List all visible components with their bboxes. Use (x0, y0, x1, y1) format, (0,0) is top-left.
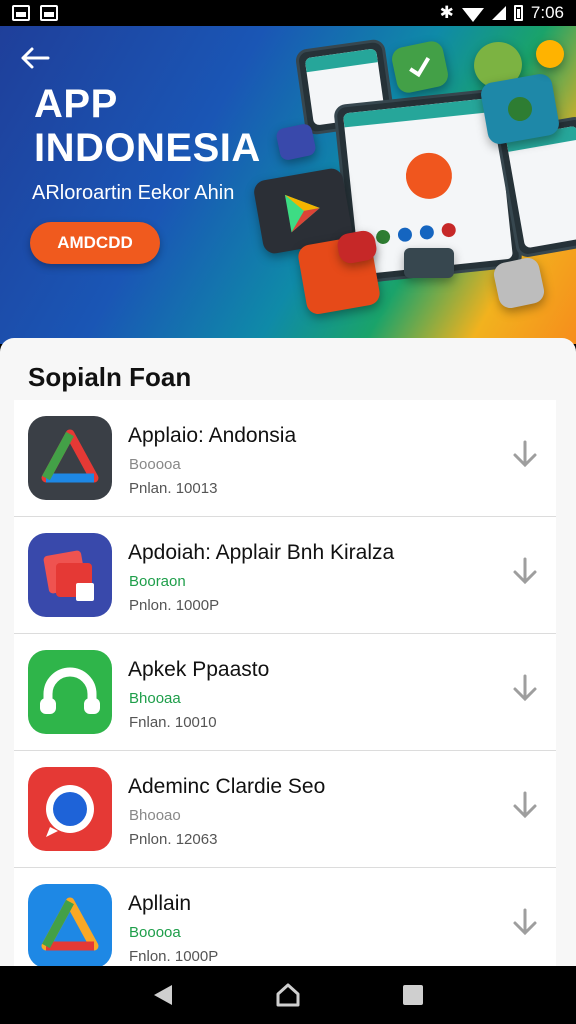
download-arrow-icon (513, 791, 537, 819)
app-name: Apllain (128, 892, 192, 915)
battery-icon (513, 5, 523, 21)
status-time: 7:06 (530, 3, 564, 22)
back-arrow-icon (21, 47, 50, 69)
bluetooth-icon: ✱ (439, 3, 454, 22)
list-item[interactable]: Apdoiah: Applair Bnh Kiralza Booraon Pnl… (14, 517, 556, 634)
status-bar: ✱ 7:06 (0, 0, 576, 26)
nav-home-icon (276, 983, 300, 1007)
download-arrow-icon (513, 440, 537, 468)
triangle-logo-icon (41, 429, 99, 483)
play-store-icon (284, 194, 320, 233)
grey-tile-illustration (491, 255, 547, 311)
books-logo-icon (43, 550, 94, 601)
wifi-icon (461, 8, 484, 22)
back-button[interactable] (18, 44, 52, 72)
emoji-tile-illustration (536, 40, 564, 68)
system-nav-bar (0, 966, 576, 1024)
list-item[interactable]: Applaio: Andonsia Booooa Pnlan. 10013 (14, 400, 556, 517)
signal-icon (491, 6, 506, 20)
app-name: Apdoiah: Applair Bnh Kiralza (128, 541, 395, 564)
chat-bubble-logo-icon (46, 785, 94, 837)
hero-cta-button[interactable]: AMDCDD (30, 222, 160, 264)
list-item[interactable]: Apllain Booooa Fnlon. 1000P (14, 868, 556, 966)
check-icon (409, 57, 431, 78)
app-meta: Pnlon. 12063 (129, 831, 218, 848)
app-icon (28, 650, 112, 734)
nav-recents-button[interactable] (393, 975, 433, 1015)
hero-subtitle: ARloroartin Eekor Ahin (32, 182, 235, 204)
app-name: Apkek Ppaasto (128, 658, 270, 681)
download-arrow-icon (513, 908, 537, 936)
puzzle-icon (508, 97, 532, 121)
tablet-stand-illustration (404, 248, 454, 278)
app-subtitle: Booraon (129, 573, 186, 590)
list-item[interactable]: Apkek Ppaasto Bhooaa Fnlan. 10010 (14, 634, 556, 751)
download-button[interactable] (510, 906, 540, 938)
triangle-logo-icon (41, 897, 99, 951)
app-icon (28, 884, 112, 966)
app-subtitle: Bhooao (129, 807, 181, 824)
blue-tile-illustration (275, 122, 317, 162)
download-button[interactable] (510, 555, 540, 587)
list-item[interactable]: Ademinc Clardie Seo Bhooao Pnlon. 12063 (14, 751, 556, 868)
download-arrow-icon (513, 674, 537, 702)
app-subtitle: Booooa (129, 456, 181, 473)
nav-back-button[interactable] (143, 975, 183, 1015)
nav-back-icon (153, 985, 172, 1005)
app-meta: Pnlan. 10013 (129, 480, 218, 497)
headphones-logo-icon (40, 667, 100, 714)
section-title: Sopialn Foan (28, 362, 192, 392)
gallery-notification-icon (40, 5, 58, 21)
app-name: Ademinc Clardie Seo (128, 775, 326, 798)
nav-home-button[interactable] (268, 975, 308, 1015)
nav-recents-icon (403, 985, 424, 1005)
download-arrow-icon (513, 557, 537, 585)
app-subtitle: Booooa (129, 924, 181, 941)
download-button[interactable] (510, 789, 540, 821)
image-notification-icon (12, 5, 30, 21)
app-meta: Pnlon. 1000P (129, 597, 220, 614)
check-tile-illustration (389, 39, 451, 95)
app-icon (28, 533, 112, 617)
app-subtitle: Bhooaa (129, 690, 181, 707)
download-button[interactable] (510, 438, 540, 470)
puzzle-tile-illustration (479, 72, 561, 146)
app-icon (28, 416, 112, 500)
app-icon (28, 767, 112, 851)
download-button[interactable] (510, 672, 540, 704)
app-list-sheet: Sopialn Foan Applaio: Andonsia Booooa Pn… (0, 338, 576, 966)
app-name: Applaio: Andonsia (128, 424, 297, 447)
app-meta: Fnlan. 10010 (129, 714, 217, 731)
app-meta: Fnlon. 1000P (129, 948, 219, 965)
hero-banner: APP INDONESIA ARloroartin Eekor Ahin AMD… (0, 26, 576, 344)
app-list: Applaio: Andonsia Booooa Pnlan. 10013 Ap… (14, 400, 556, 966)
hero-title: APP INDONESIA (34, 82, 261, 170)
